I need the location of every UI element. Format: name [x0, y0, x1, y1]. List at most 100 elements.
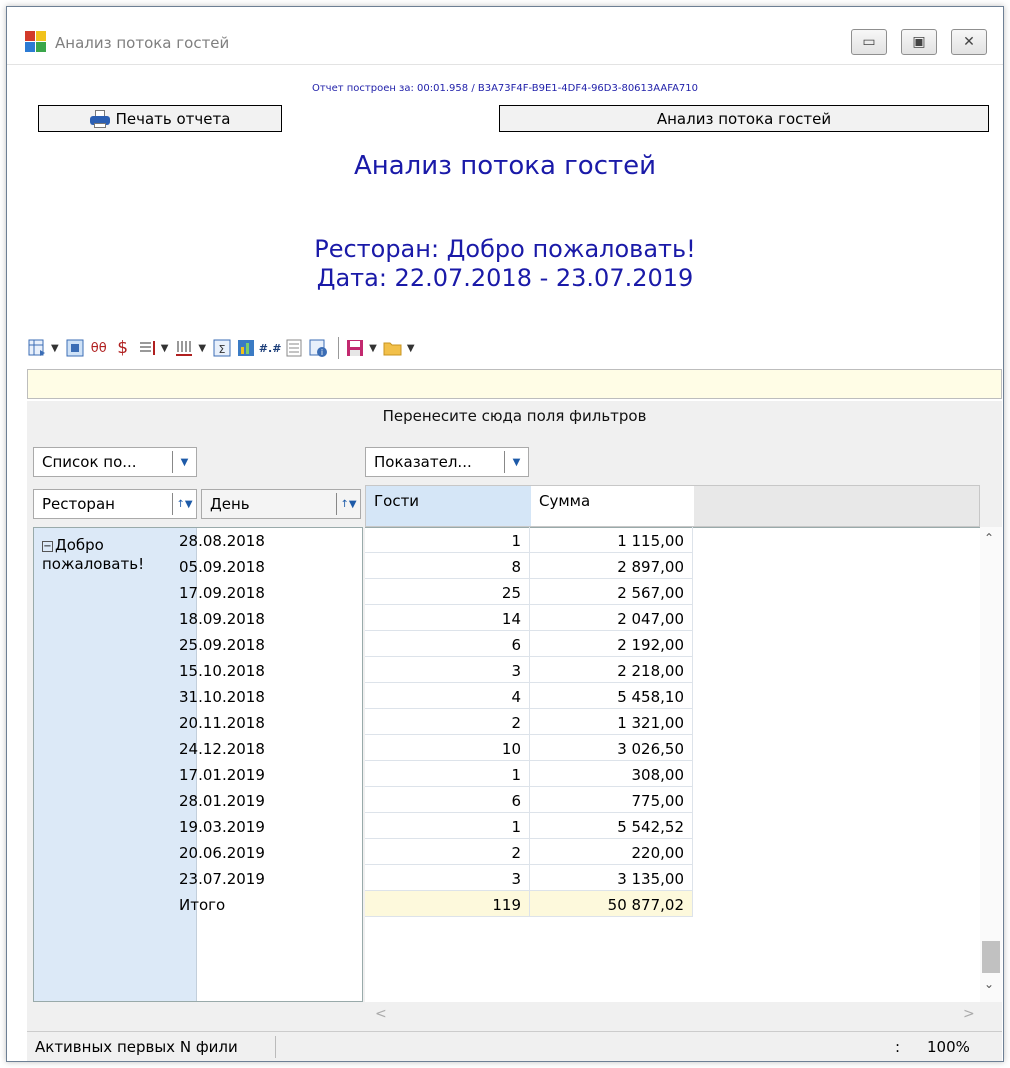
measures-label: Показател... [374, 453, 472, 471]
restaurant-name: Добро пожаловать! [42, 536, 145, 573]
sort-filter-icon[interactable]: ↑▼ [336, 493, 360, 515]
svg-text:Σ: Σ [219, 343, 226, 356]
row-field-restaurant-label: Ресторан [42, 495, 115, 513]
scroll-up-icon[interactable]: ⌃ [984, 531, 994, 545]
status-left: Активных первых N фили [35, 1038, 238, 1056]
row-date: 20.11.2018 [179, 714, 265, 732]
field-list-label: Список по... [42, 453, 137, 471]
collapse-icon[interactable]: − [42, 541, 53, 552]
cell-sum: 2 192,00 [530, 631, 693, 657]
report-title: Анализ потока гостей [353, 151, 657, 181]
row-date: 17.09.2018 [179, 584, 265, 602]
row-date: 19.03.2019 [179, 818, 265, 836]
app-window: Анализ потока гостей ▭ ▣ ✕ Отчет построе… [6, 6, 1004, 1062]
cell-sum: 1 115,00 [530, 527, 693, 553]
minimize-button[interactable]: ▭ [851, 29, 887, 55]
filter-bar[interactable] [27, 369, 1002, 399]
row-date: 28.01.2019 [179, 792, 265, 810]
toolbar-separator [338, 337, 340, 359]
row-field-day[interactable]: День ↑▼ [201, 489, 361, 519]
cell-guests: 2 [365, 839, 530, 865]
row-date: 15.10.2018 [179, 662, 265, 680]
chevron-down-icon[interactable]: ▼ [369, 343, 377, 354]
info-icon[interactable]: i [308, 338, 328, 358]
cell-sum: 2 047,00 [530, 605, 693, 631]
cell-sum: 308,00 [530, 761, 693, 787]
cell-guests: 3 [365, 865, 530, 891]
cell-sum: 3 026,50 [530, 735, 693, 761]
close-button[interactable]: ✕ [951, 29, 987, 55]
align-rows-icon[interactable] [137, 338, 157, 358]
zoom-level[interactable]: 100% [927, 1038, 970, 1056]
column-header-area: Гости Сумма [365, 485, 980, 527]
cell-guests: 4 [365, 683, 530, 709]
cell-guests: 1 [365, 813, 530, 839]
svg-text:i: i [321, 348, 323, 357]
cell-guests: 8 [365, 553, 530, 579]
show-totals-icon[interactable]: θθ [89, 338, 109, 358]
horizontal-scrollbar[interactable]: < > [365, 1002, 980, 1028]
cell-guests: 3 [365, 657, 530, 683]
sum-icon[interactable]: Σ [212, 338, 232, 358]
cell-sum: 5 542,52 [530, 813, 693, 839]
cell-guests: 6 [365, 787, 530, 813]
column-header-sum[interactable]: Сумма [531, 486, 694, 526]
vertical-scrollbar[interactable]: ⌃ ⌄ [980, 527, 1002, 1002]
field-list-icon[interactable] [65, 338, 85, 358]
scroll-right-icon[interactable]: > [963, 1006, 975, 1022]
chevron-down-icon[interactable]: ▼ [198, 343, 206, 354]
title-bar: Анализ потока гостей ▭ ▣ ✕ [7, 7, 1003, 65]
chevron-down-icon[interactable]: ▼ [172, 451, 196, 473]
row-date: 20.06.2019 [179, 844, 265, 862]
total-sum: 50 877,02 [530, 891, 693, 917]
print-report-button[interactable]: Печать отчета [38, 105, 282, 132]
cell-guests: 25 [365, 579, 530, 605]
measures-button[interactable]: Показател... ▼ [365, 447, 529, 477]
scrollbar-thumb[interactable] [982, 941, 1000, 973]
app-icon [25, 31, 47, 53]
chevron-down-icon[interactable]: ▼ [51, 343, 59, 354]
field-list-button[interactable]: Список по... ▼ [33, 447, 197, 477]
currency-icon[interactable]: $ [113, 338, 133, 358]
row-field-restaurant[interactable]: Ресторан ↑▼ [33, 489, 197, 519]
row-date: 18.09.2018 [179, 610, 265, 628]
row-date: 25.09.2018 [179, 636, 265, 654]
report-selector-button[interactable]: Анализ потока гостей [499, 105, 989, 132]
cell-sum: 3 135,00 [530, 865, 693, 891]
window-title: Анализ потока гостей [55, 34, 230, 52]
cell-sum: 775,00 [530, 787, 693, 813]
cell-sum: 1 321,00 [530, 709, 693, 735]
cell-sum: 2 897,00 [530, 553, 693, 579]
grid-icon[interactable] [284, 338, 304, 358]
cell-guests: 2 [365, 709, 530, 735]
chevron-down-icon[interactable]: ▼ [407, 343, 415, 354]
filter-drop-area[interactable]: Перенесите сюда поля фильтров [27, 407, 1002, 425]
open-folder-icon[interactable] [383, 338, 403, 358]
cell-guests: 6 [365, 631, 530, 657]
save-icon[interactable] [345, 338, 365, 358]
status-colon: : [895, 1038, 901, 1056]
chevron-down-icon[interactable]: ▼ [161, 343, 169, 354]
close-icon: ✕ [963, 34, 975, 50]
print-report-label: Печать отчета [115, 109, 231, 128]
pivot-layout-icon[interactable] [27, 338, 47, 358]
row-date: 28.08.2018 [179, 532, 265, 550]
row-date: 24.12.2018 [179, 740, 265, 758]
chart-icon[interactable] [236, 338, 256, 358]
scroll-left-icon[interactable]: < [375, 1006, 387, 1022]
cell-sum: 5 458,10 [530, 683, 693, 709]
maximize-button[interactable]: ▣ [901, 29, 937, 55]
total-label: Итого [179, 896, 226, 914]
row-date: 23.07.2019 [179, 870, 265, 888]
cell-guests: 10 [365, 735, 530, 761]
cell-sum: 2 218,00 [530, 657, 693, 683]
chevron-down-icon[interactable]: ▼ [504, 451, 528, 473]
restaurant-group: − Добро пожаловать! [34, 528, 197, 1001]
column-header-guests[interactable]: Гости [366, 486, 531, 526]
number-format-icon[interactable]: #.# [259, 338, 282, 358]
report-meta: Отчет построен за: 00:01.958 / B3A73F4F-… [311, 83, 698, 94]
sort-filter-icon[interactable]: ↑▼ [172, 493, 196, 515]
status-divider [275, 1036, 276, 1058]
align-columns-icon[interactable] [174, 338, 194, 358]
scroll-down-icon[interactable]: ⌄ [984, 977, 994, 991]
